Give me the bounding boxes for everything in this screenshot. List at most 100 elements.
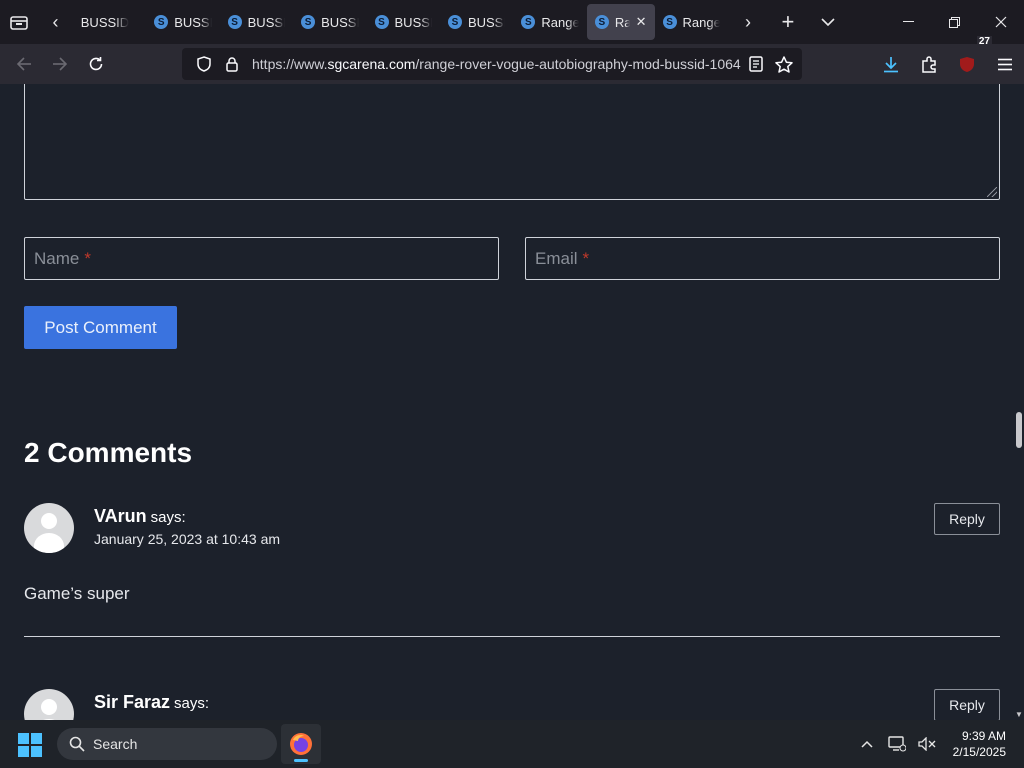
back-arrow-icon (16, 57, 31, 71)
taskbar-firefox[interactable] (281, 724, 321, 764)
windows-start-icon[interactable] (18, 733, 42, 757)
tab-title: BUSSID (247, 14, 286, 30)
comment-textarea[interactable] (24, 84, 1000, 200)
chevron-up-icon[interactable] (852, 740, 882, 748)
url-prefix: https://www. (252, 56, 328, 72)
reply-button[interactable]: Reply (934, 503, 1000, 535)
url-text[interactable]: https://www.sgcarena.com/range-rover-vog… (252, 56, 752, 72)
site-favicon-icon: S (594, 15, 609, 29)
plus-icon: + (781, 9, 795, 34)
author-name[interactable]: Sir Faraz (94, 692, 170, 712)
comment-divider (24, 636, 1000, 637)
says-label: says: (150, 509, 186, 526)
restore-button[interactable] (932, 0, 978, 44)
required-mark: * (84, 248, 91, 268)
resize-grip-icon[interactable] (987, 187, 997, 197)
tab-title: Range Rover (614, 14, 630, 30)
list-all-tabs-button[interactable] (808, 0, 848, 44)
site-favicon-icon: S (227, 15, 242, 29)
search-label: Search (93, 736, 138, 752)
extensions-badge: 27 (976, 36, 992, 47)
page-scrollbar[interactable]: ▼ (1014, 84, 1024, 720)
tab-bussid-3[interactable]: S BUSSID (220, 4, 293, 40)
required-mark: * (582, 248, 590, 268)
site-favicon-icon: S (301, 15, 316, 29)
comment-date[interactable]: January 25, 2023 at 10:43 am (94, 531, 280, 547)
taskbar: Search 9:39 AM 2/15/2025 (0, 720, 1024, 768)
tab-bussid-6[interactable]: S BUSSID (440, 4, 513, 40)
toolbar-right: 27 (872, 36, 1024, 84)
tab-range-1[interactable]: S Range Rover (513, 4, 586, 40)
addon-button[interactable]: 27 (948, 36, 992, 84)
tab-strip: ‹ BUSSID S BUSSID S BUSSID S BUSSID S BUSSID… (0, 0, 1024, 44)
site-favicon-icon: S (447, 15, 462, 29)
tab-scroll-left-button[interactable]: ‹ (38, 0, 72, 44)
avatar (24, 503, 74, 553)
download-icon (884, 56, 898, 72)
shield-icon[interactable] (190, 56, 218, 72)
address-bar-actions (742, 55, 798, 73)
reload-button[interactable] (78, 44, 114, 84)
reply-button[interactable]: Reply (934, 689, 1000, 720)
firefox-icon (290, 733, 312, 755)
email-field[interactable]: Email * (525, 237, 1000, 280)
minimize-button[interactable] (886, 0, 932, 44)
forward-button[interactable] (42, 44, 78, 84)
tab-bussid-1[interactable]: BUSSID (73, 4, 146, 40)
navigation-toolbar: https://www.sgcarena.com/range-rover-vog… (0, 36, 1024, 84)
tab-bussid-2[interactable]: S BUSSID (146, 4, 219, 40)
hamburger-menu-icon (998, 58, 1012, 70)
extensions-button[interactable] (910, 44, 948, 84)
tab-scroll-right-button[interactable]: › (728, 0, 768, 44)
downloads-button[interactable] (872, 44, 910, 84)
reader-view-icon[interactable] (742, 55, 770, 73)
site-favicon-icon: S (662, 15, 677, 29)
comments-heading: 2 Comments (24, 437, 193, 468)
tabs-list-button[interactable] (0, 0, 38, 44)
says-label: says: (174, 695, 210, 712)
comment-author: Sir Faraz says: (94, 692, 209, 713)
close-icon (995, 16, 1007, 28)
system-tray: 9:39 AM 2/15/2025 (852, 720, 1024, 768)
tab-range-active[interactable]: S Range Rover ✕ (586, 4, 655, 40)
tab-title: BUSSID (467, 14, 506, 30)
tab-close-icon[interactable]: ✕ (636, 14, 647, 30)
clock-time: 9:39 AM (961, 729, 1006, 743)
app-menu-button[interactable] (986, 44, 1024, 84)
new-tab-button[interactable]: + (768, 0, 808, 44)
taskbar-clock[interactable]: 9:39 AM 2/15/2025 (942, 728, 1024, 760)
name-field[interactable]: Name * (24, 237, 499, 280)
name-placeholder: Name (34, 248, 80, 268)
ublock-icon (960, 56, 974, 72)
scrollbar-thumb[interactable] (1016, 412, 1022, 448)
tab-range-3[interactable]: S Range Rover (655, 4, 728, 40)
tab-title: BUSSID (394, 14, 432, 30)
tab-title: Range Rover (682, 14, 720, 30)
avatar (24, 689, 74, 720)
author-name[interactable]: VArun (94, 506, 147, 526)
tab-bussid-5[interactable]: S BUSSID (367, 4, 440, 40)
comment-body: Game’s super (24, 584, 130, 603)
network-icon[interactable] (882, 736, 912, 752)
taskbar-search[interactable]: Search (57, 728, 277, 760)
url-domain: sgcarena.com (327, 56, 416, 72)
post-comment-button[interactable]: Post Comment (24, 306, 177, 349)
url-path: /range-rover-vogue-autobiography-mod-bus… (415, 56, 741, 72)
chevron-down-icon (821, 18, 835, 26)
minimize-icon (903, 21, 915, 22)
scroll-down-arrow-icon[interactable]: ▼ (1015, 710, 1023, 719)
comment-author: VArun says: (94, 506, 186, 527)
forward-arrow-icon (53, 57, 68, 71)
restore-icon (949, 16, 961, 28)
address-bar[interactable]: https://www.sgcarena.com/range-rover-vog… (182, 48, 802, 80)
lock-icon[interactable] (218, 56, 246, 72)
tab-title: BUSSID (321, 14, 359, 30)
back-button[interactable] (6, 44, 42, 84)
star-icon[interactable] (770, 55, 798, 73)
site-favicon-icon: S (521, 15, 536, 29)
tab-bussid-4[interactable]: S BUSSID (293, 4, 366, 40)
volume-muted-icon[interactable] (912, 737, 942, 751)
chevron-left-icon: ‹ (52, 11, 59, 32)
site-favicon-icon: S (154, 15, 169, 29)
puzzle-icon (921, 55, 936, 73)
